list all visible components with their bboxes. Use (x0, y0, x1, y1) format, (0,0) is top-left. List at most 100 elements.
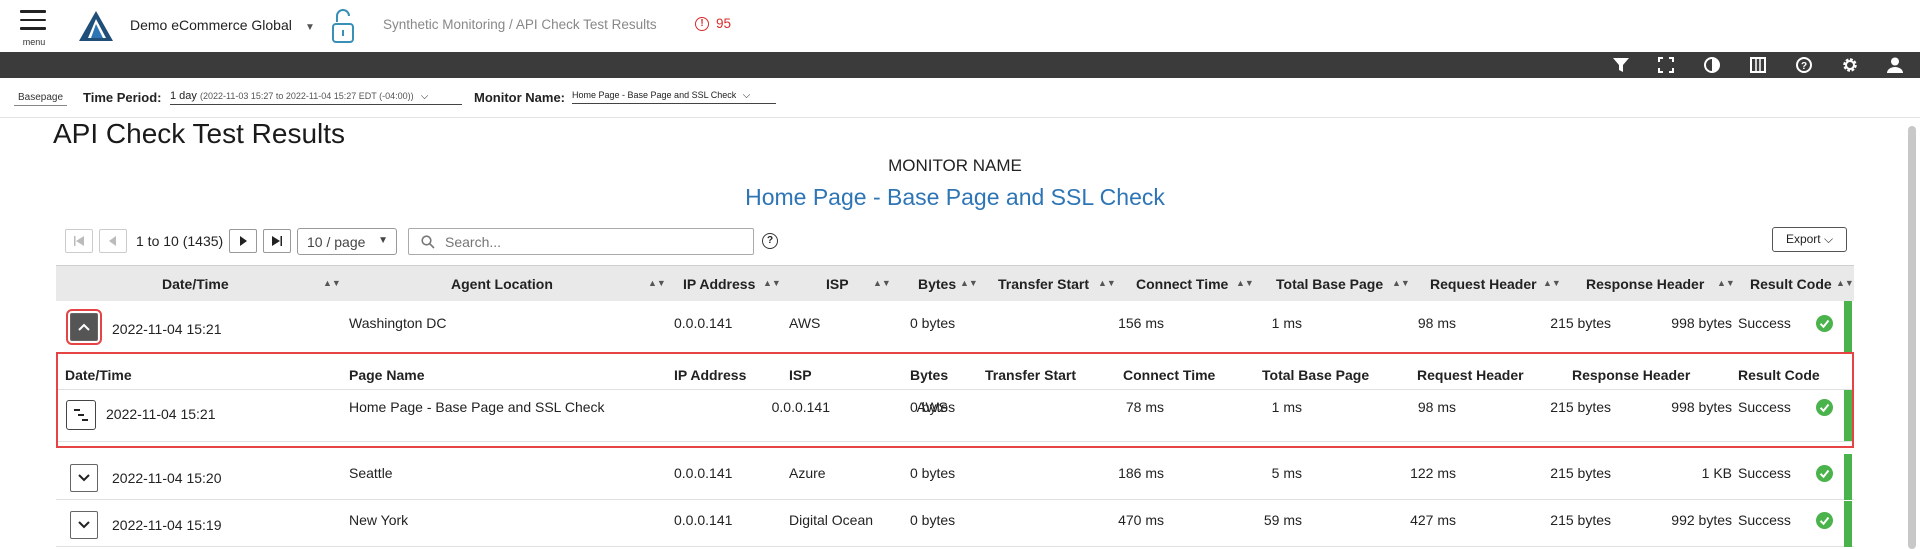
cell-ip: 0.0.0.141 (674, 465, 733, 481)
monitor-heading-name: Home Page - Base Page and SSL Check (745, 184, 1165, 210)
col-connect-time[interactable]: Connect Time (1136, 276, 1228, 292)
table-row[interactable]: 2022-11-04 15:20 Seattle 0.0.0.141 Azure… (56, 454, 1854, 500)
chevron-up-icon (78, 323, 90, 331)
detail-cell-ip: 0.0.0.141 (771, 399, 830, 415)
basepage-tab[interactable]: Basepage (14, 92, 68, 106)
search-box[interactable] (408, 228, 754, 255)
waterfall-button[interactable] (66, 400, 96, 430)
prev-page-button[interactable] (99, 229, 127, 253)
fullscreen-icon[interactable] (1657, 56, 1675, 74)
row-detail-panel: Date/Time Page Name IP Address ISP Bytes… (56, 352, 1854, 448)
menu-button[interactable]: menu (20, 10, 48, 47)
col-result-code[interactable]: Result Code (1750, 276, 1832, 292)
col-response-header[interactable]: Response Header (1586, 276, 1704, 292)
sort-icon[interactable]: ▲▼ (960, 278, 978, 288)
cell-response-header: 1 KB (1701, 465, 1732, 481)
columns-icon[interactable] (1749, 56, 1767, 74)
cell-connect-time: 1 ms (1271, 315, 1302, 331)
col-ip-address[interactable]: IP Address (683, 276, 755, 292)
col-total-base-page[interactable]: Total Base Page (1276, 276, 1383, 292)
breadcrumb: Synthetic Monitoring / API Check Test Re… (383, 17, 657, 32)
alert-icon: ! (695, 16, 709, 31)
sort-icon[interactable]: ▲▼ (1098, 278, 1116, 288)
export-button[interactable]: Export ⌵ (1772, 227, 1847, 252)
sort-icon[interactable]: ▲▼ (648, 278, 666, 288)
detail-col-response-header: Response Header (1572, 367, 1691, 383)
col-datetime[interactable]: Date/Time (162, 276, 229, 292)
cell-total-base-page: 122 ms (1410, 465, 1456, 481)
sort-icon[interactable]: ▲▼ (873, 278, 891, 288)
menu-label: menu (22, 37, 46, 47)
filter-bar: Basepage Time Period: 1 day (2022-11-03 … (0, 78, 1920, 118)
detail-col-ip: IP Address (674, 367, 747, 383)
table-row[interactable]: 2022-11-04 15:21 Washington DC 0.0.0.141… (56, 301, 1854, 352)
svg-text:?: ? (1801, 61, 1807, 72)
sort-icon[interactable]: ▲▼ (1543, 278, 1561, 288)
status-bar (1844, 301, 1852, 352)
sort-icon[interactable]: ▲▼ (1392, 278, 1410, 288)
last-page-button[interactable] (263, 229, 291, 253)
detail-cell-bytes: 0 bytes (910, 399, 956, 415)
table-row[interactable]: 2022-11-04 15:19 New York 0.0.0.141 Digi… (56, 501, 1854, 547)
col-request-header[interactable]: Request Header (1430, 276, 1537, 292)
org-name[interactable]: Demo eCommerce Global (130, 17, 292, 33)
cell-datetime: 2022-11-04 15:19 (112, 517, 222, 533)
alert-badge[interactable]: ! 95 (695, 16, 731, 31)
status-bar (1844, 454, 1852, 500)
sort-icon[interactable]: ▲▼ (1236, 278, 1254, 288)
contrast-icon[interactable] (1703, 56, 1721, 74)
detail-col-transfer-start: Transfer Start (985, 367, 1077, 383)
col-transfer-start[interactable]: Transfer Start (998, 276, 1089, 292)
page-size-select[interactable]: 10 / page ▼ (297, 228, 397, 255)
sort-icon[interactable]: ▲▼ (763, 278, 781, 288)
detail-cell-datetime: 2022-11-04 15:21 (106, 406, 216, 422)
col-isp[interactable]: ISP (826, 276, 849, 292)
chevron-down-icon[interactable]: ▼ (305, 22, 315, 33)
menu-icon-bar (20, 18, 46, 21)
cell-result-code: Success (1738, 512, 1791, 528)
check-circle-icon (1816, 399, 1833, 416)
cell-datetime: 2022-11-04 15:20 (112, 470, 222, 486)
cell-request-header: 215 bytes (1550, 465, 1611, 481)
page-size-value: 10 / page (307, 234, 366, 250)
detail-col-bytes: Bytes (910, 367, 949, 383)
cell-request-header: 215 bytes (1550, 512, 1611, 528)
expand-row-button[interactable] (70, 464, 98, 492)
cell-ip: 0.0.0.141 (674, 512, 733, 528)
sort-icon[interactable]: ▲▼ (323, 278, 341, 288)
time-period-select[interactable]: 1 day (2022-11-03 15:27 to 2022-11-04 15… (170, 90, 462, 105)
expand-row-button[interactable] (70, 511, 98, 539)
gear-icon[interactable] (1841, 56, 1859, 74)
next-page-button[interactable] (229, 229, 257, 253)
chevron-down-icon: ⌵ (742, 90, 751, 101)
check-circle-icon (1816, 512, 1833, 529)
user-icon[interactable] (1886, 56, 1904, 74)
menu-icon-bar (20, 27, 46, 30)
unlock-icon[interactable] (330, 8, 356, 44)
collapse-row-button[interactable] (66, 309, 102, 345)
cell-result-code: Success (1738, 465, 1791, 481)
help-icon[interactable]: ? (762, 233, 778, 249)
monitor-name-select[interactable]: Home Page - Base Page and SSL Check ⌵ (572, 90, 776, 104)
page-range: 1 to 10 (1435) (136, 233, 224, 249)
cell-datetime: 2022-11-04 15:21 (112, 321, 222, 337)
sort-icon[interactable]: ▲▼ (1836, 278, 1854, 288)
toolbar: ? (0, 52, 1920, 78)
table-header: Date/Time ▲▼ Agent Location ▲▼ IP Addres… (56, 265, 1854, 301)
filter-icon[interactable] (1612, 56, 1630, 74)
cell-ip: 0.0.0.141 (674, 315, 733, 331)
monitor-name-label: Monitor Name: (474, 90, 565, 105)
alert-count: 95 (716, 16, 732, 31)
first-page-button[interactable] (65, 229, 93, 253)
search-input[interactable] (445, 234, 745, 250)
sort-icon[interactable]: ▲▼ (1717, 278, 1735, 288)
time-period-label: Time Period: (83, 90, 162, 105)
detail-cell-response-header: 998 bytes (1671, 399, 1732, 415)
cell-connect-time: 5 ms (1271, 465, 1302, 481)
logo-icon[interactable] (78, 10, 114, 42)
help-icon[interactable]: ? (1795, 56, 1813, 74)
col-bytes[interactable]: Bytes (918, 276, 956, 292)
export-label: Export (1785, 232, 1821, 246)
col-agent-location[interactable]: Agent Location (451, 276, 553, 292)
cell-location: New York (349, 512, 409, 528)
